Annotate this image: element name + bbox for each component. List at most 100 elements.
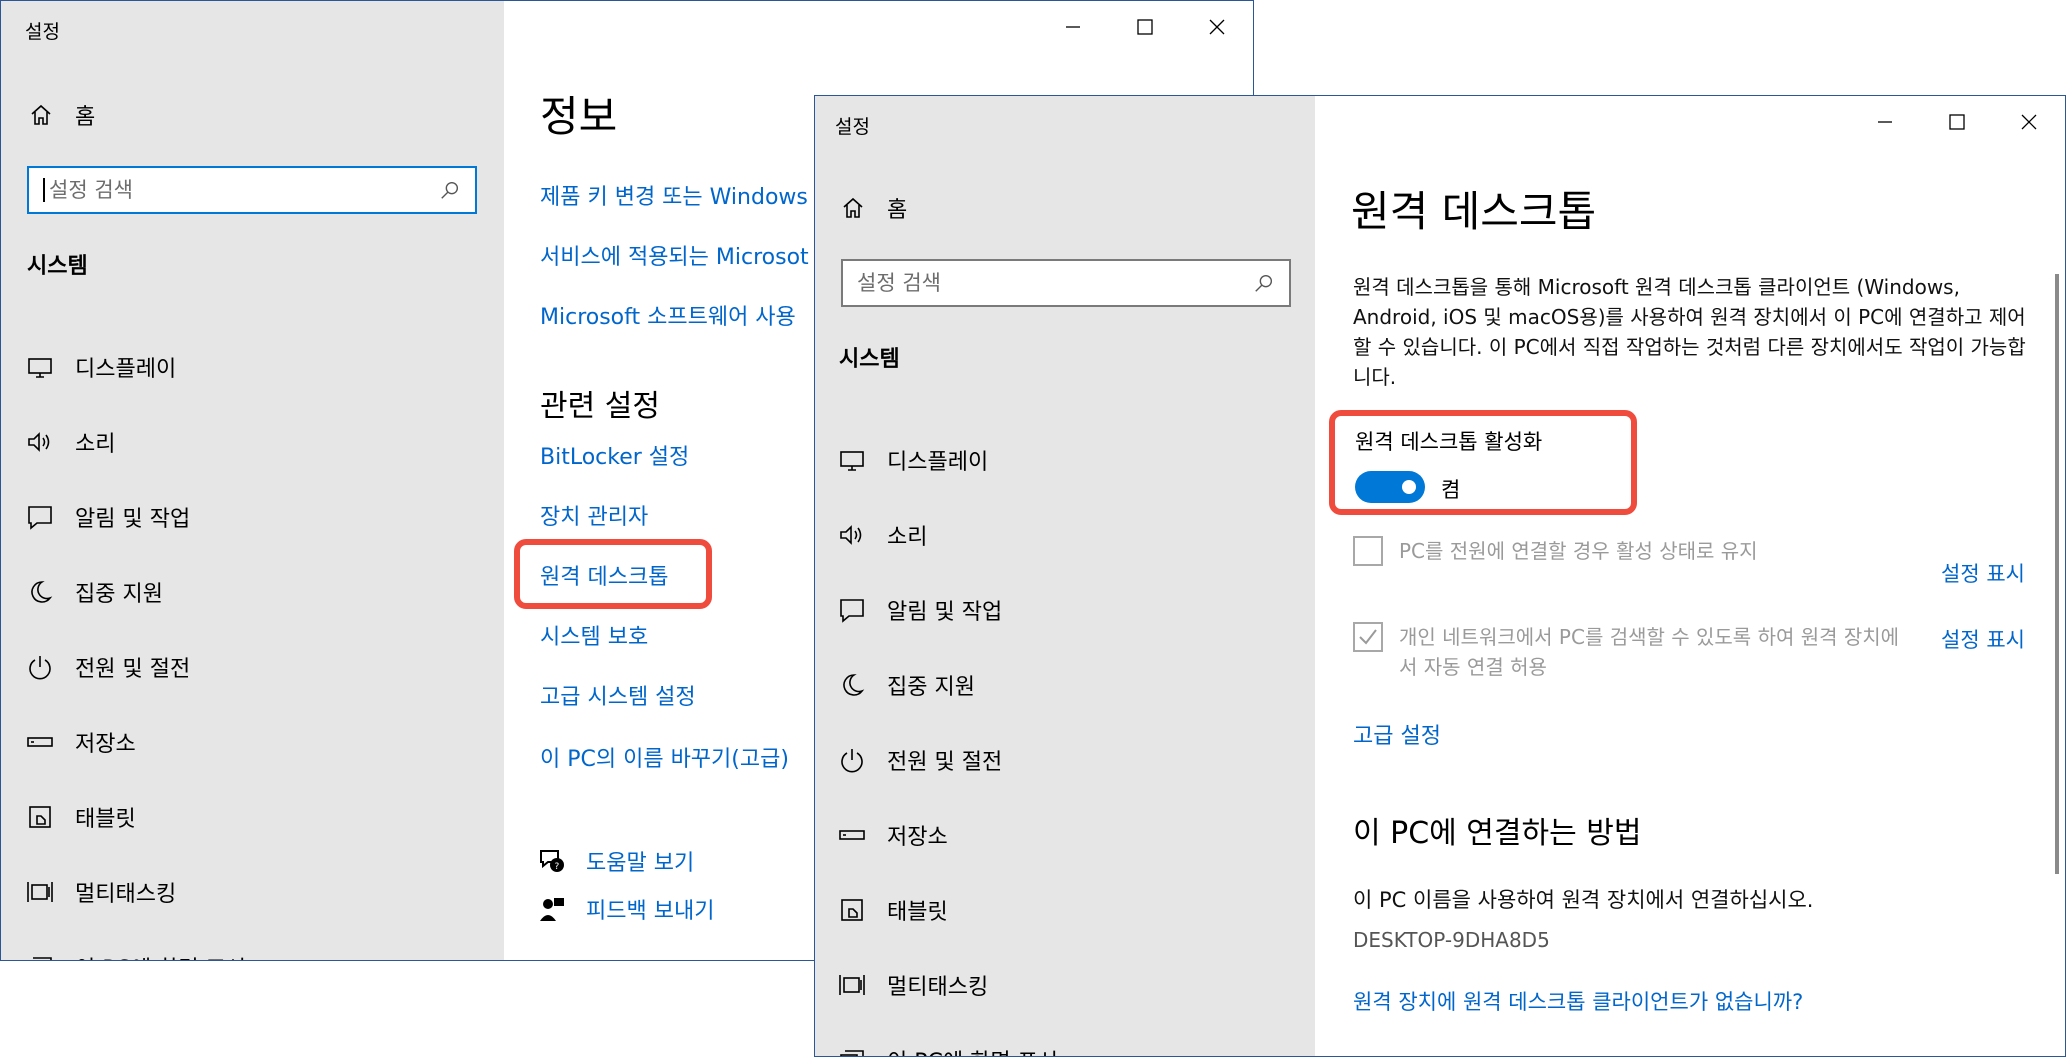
tablet-icon xyxy=(29,805,51,828)
section-label: 시스템 xyxy=(27,254,88,279)
bitlocker-link[interactable]: BitLocker 설정 xyxy=(540,439,689,471)
sidebar-item-focus[interactable]: 집중 지원 xyxy=(25,554,246,629)
scrollbar[interactable] xyxy=(2055,274,2059,874)
sidebar-item-notifications[interactable]: 알림 및 작업 xyxy=(25,479,246,554)
toggle-knob xyxy=(1402,480,1416,494)
toggle-state: 켬 xyxy=(1441,478,1461,502)
help-icon: ? xyxy=(540,850,564,872)
sidebar-item-project[interactable]: 이 PC에 화면 표시 xyxy=(25,929,246,960)
page-title: 정보 xyxy=(540,92,618,141)
sidebar-item-sound[interactable]: 소리 xyxy=(837,497,1058,572)
home-icon xyxy=(843,197,863,218)
sidebar-item-power[interactable]: 전원 및 절전 xyxy=(25,629,246,704)
sidebar-item-storage[interactable]: 저장소 xyxy=(25,704,246,779)
sidebar-item-sound[interactable]: 소리 xyxy=(25,404,246,479)
no-client-link[interactable]: 원격 장치에 원격 데스크톱 클라이언트가 없습니까? xyxy=(1353,986,1803,1016)
sidebar-item-label: 소리 xyxy=(75,431,116,457)
sidebar-item-label: 저장소 xyxy=(887,824,948,850)
sidebar-item-power[interactable]: 전원 및 절전 xyxy=(837,722,1058,797)
notification-icon xyxy=(840,598,864,623)
window-title: 설정 xyxy=(835,116,870,138)
sidebar-item-label: 알림 및 작업 xyxy=(887,599,1003,625)
connect-text: 이 PC 이름을 사용하여 원격 장치에서 연결하십시오. xyxy=(1353,888,1814,912)
keep-awake-checkbox[interactable] xyxy=(1353,536,1383,566)
checkbox-label: 개인 네트워크에서 PC를 검색할 수 있도록 하여 원격 장치에서 자동 연결… xyxy=(1399,625,1900,679)
project-icon xyxy=(33,956,52,960)
power-icon xyxy=(29,655,51,679)
page-title: 원격 데스크톱 xyxy=(1351,187,1597,236)
sidebar-item-label: 집중 지원 xyxy=(75,581,163,607)
system-protection-link[interactable]: 시스템 보호 xyxy=(540,619,648,651)
show-settings-link[interactable]: 설정 표시 xyxy=(1941,624,2025,654)
sidebar-item-label: 태블릿 xyxy=(887,899,948,925)
speaker-icon xyxy=(28,431,50,452)
home-label: 홈 xyxy=(75,105,96,130)
search-box[interactable] xyxy=(841,259,1291,307)
sidebar-item-project[interactable]: 이 PC에 화면 표시 xyxy=(837,1022,1058,1056)
section-label: 시스템 xyxy=(839,347,900,372)
search-box[interactable] xyxy=(27,166,477,214)
home-nav[interactable]: 홈 xyxy=(29,99,95,131)
moon-icon xyxy=(843,673,865,696)
advanced-system-settings-link[interactable]: 고급 시스템 설정 xyxy=(540,679,696,711)
sidebar: 설정 홈 시스템 디스플레이 소리 알림 및 작업 xyxy=(815,96,1315,1056)
rename-pc-link[interactable]: 이 PC의 이름 바꾸기(고급) xyxy=(540,741,789,773)
home-nav[interactable]: 홈 xyxy=(841,192,907,224)
home-label: 홈 xyxy=(887,198,908,223)
sidebar-item-multitasking[interactable]: 멀티태스킹 xyxy=(837,947,1058,1022)
sidebar-item-storage[interactable]: 저장소 xyxy=(837,797,1058,872)
sidebar-item-label: 알림 및 작업 xyxy=(75,506,191,532)
content-pane: 원격 데스크톱 원격 데스크톱을 통해 Microsoft 원격 데스크톱 클라… xyxy=(1315,96,2065,1056)
search-input[interactable] xyxy=(857,271,1253,295)
keep-awake-option: PC를 전원에 연결할 경우 활성 상태로 유지 xyxy=(1353,536,1823,566)
checkbox-label: PC를 전원에 연결할 경우 활성 상태로 유지 xyxy=(1399,539,1758,563)
power-icon xyxy=(841,748,863,772)
sidebar-item-label: 멀티태스킹 xyxy=(75,881,177,907)
sidebar-item-tablet[interactable]: 태블릿 xyxy=(25,779,246,854)
sidebar-item-multitasking[interactable]: 멀티태스킹 xyxy=(25,854,246,929)
tablet-icon xyxy=(841,898,863,921)
device-manager-link[interactable]: 장치 관리자 xyxy=(540,499,648,531)
remote-desktop-highlight xyxy=(514,539,712,609)
search-input[interactable] xyxy=(43,178,439,202)
discoverable-option: 개인 네트워크에서 PC를 검색할 수 있도록 하여 원격 장치에서 자동 연결… xyxy=(1353,622,1913,682)
description-text: 원격 데스크톱을 통해 Microsoft 원격 데스크톱 클라이언트 (Win… xyxy=(1353,275,2026,389)
sidebar-item-label: 멀티태스킹 xyxy=(887,974,989,1000)
related-settings-heading: 관련 설정 xyxy=(540,389,660,424)
sidebar-item-label: 집중 지원 xyxy=(887,674,975,700)
settings-window-remote-desktop: 설정 홈 시스템 디스플레이 소리 알림 및 작업 xyxy=(814,95,2066,1057)
sidebar-item-label: 태블릿 xyxy=(75,806,136,832)
checkmark-icon xyxy=(1359,629,1377,645)
search-icon xyxy=(1255,274,1273,292)
sidebar: 설정 홈 시스템 디스플레이 소리 알림 및 작업 xyxy=(1,1,504,960)
sidebar-item-display[interactable]: 디스플레이 xyxy=(25,329,246,404)
sidebar-item-tablet[interactable]: 태블릿 xyxy=(837,872,1058,947)
search-icon xyxy=(441,181,459,199)
service-agreement-link[interactable]: 서비스에 적용되는 Microsot xyxy=(540,239,809,271)
sidebar-item-label: 소리 xyxy=(887,524,928,550)
show-settings-link[interactable]: 설정 표시 xyxy=(1941,558,2025,588)
multitasking-icon xyxy=(27,881,53,902)
notification-icon xyxy=(28,505,52,530)
feedback-row[interactable]: 피드백 보내기 xyxy=(538,893,714,925)
discoverable-checkbox[interactable] xyxy=(1353,622,1383,652)
sidebar-item-label: 전원 및 절전 xyxy=(887,749,1003,775)
sidebar-item-display[interactable]: 디스플레이 xyxy=(837,422,1058,497)
help-row[interactable]: ? 도움말 보기 xyxy=(538,845,694,877)
sidebar-item-label: 디스플레이 xyxy=(887,449,989,475)
toggle-label: 원격 데스크톱 활성화 xyxy=(1355,430,1543,454)
storage-icon xyxy=(839,829,865,840)
svg-text:?: ? xyxy=(555,862,560,872)
advanced-settings-link[interactable]: 고급 설정 xyxy=(1353,718,1441,750)
sidebar-item-notifications[interactable]: 알림 및 작업 xyxy=(837,572,1058,647)
project-icon xyxy=(840,1049,864,1056)
product-key-link[interactable]: 제품 키 변경 또는 Windows xyxy=(540,179,808,211)
sidebar-item-focus[interactable]: 집중 지원 xyxy=(837,647,1058,722)
sidebar-item-label: 디스플레이 xyxy=(75,356,177,382)
home-icon xyxy=(31,104,51,125)
license-terms-link[interactable]: Microsoft 소프트웨어 사용 xyxy=(540,299,796,331)
storage-icon xyxy=(27,736,53,747)
sidebar-item-label: 전원 및 절전 xyxy=(75,656,191,682)
sidebar-item-label: 저장소 xyxy=(75,731,136,757)
remote-desktop-toggle[interactable] xyxy=(1355,471,1425,503)
